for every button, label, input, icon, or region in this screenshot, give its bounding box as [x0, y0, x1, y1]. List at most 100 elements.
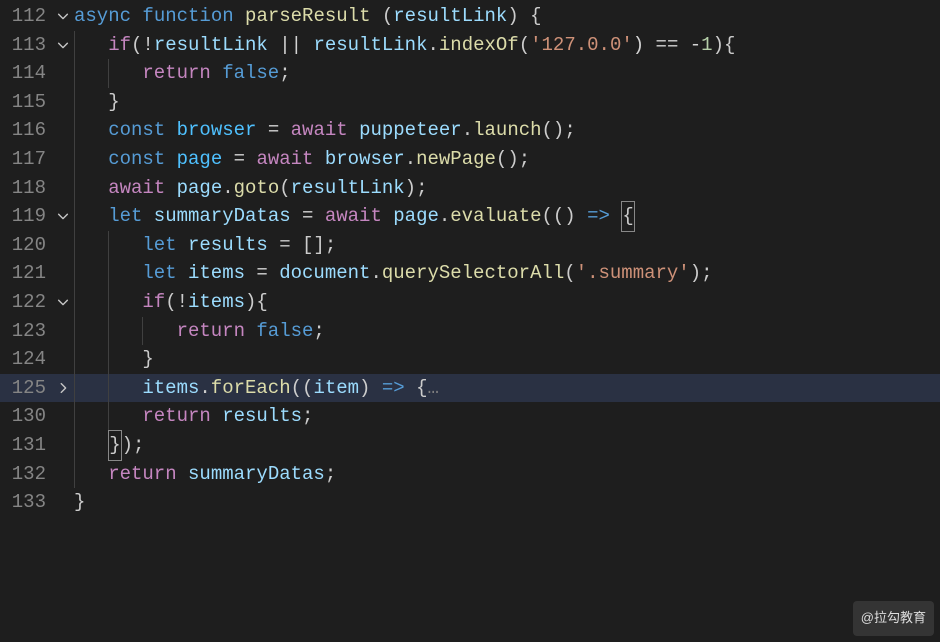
token-id: resultLink [291, 174, 405, 203]
token-pn [610, 202, 621, 231]
code-line[interactable]: 125 items.forEach((item) => {… [0, 374, 940, 403]
code-line[interactable]: 118 await page.goto(resultLink); [0, 174, 940, 203]
chevron-right-icon[interactable] [52, 381, 74, 395]
token-op: || [268, 31, 314, 60]
code-content[interactable]: if(!items){ [74, 288, 268, 317]
code-line[interactable]: 119 let summaryDatas = await page.evaluat… [0, 202, 940, 231]
code-line[interactable]: 116 const browser = await puppeteer.launc… [0, 116, 940, 145]
code-editor[interactable]: 112 async function parseResult (resultLin… [0, 0, 940, 517]
token-id: items [142, 374, 199, 403]
code-line[interactable]: 123 return false; [0, 317, 940, 346]
token-fn: forEach [211, 374, 291, 403]
code-line[interactable]: 124} [0, 345, 940, 374]
code-content[interactable]: const browser = await puppeteer.launch()… [74, 116, 576, 145]
code-content[interactable]: } [74, 345, 154, 374]
token-pn: ); [405, 174, 428, 203]
watermark-badge: @拉勾教育 [853, 601, 934, 636]
code-content[interactable]: } [74, 88, 120, 117]
chevron-down-icon[interactable] [52, 209, 74, 223]
token-kw: const [108, 145, 176, 174]
line-number: 119 [0, 202, 52, 231]
line-number: 118 [0, 174, 52, 203]
code-content[interactable]: }); [74, 430, 144, 461]
token-bool: false [222, 59, 279, 88]
code-line[interactable]: 122if(!items){ [0, 288, 940, 317]
token-bool: false [256, 317, 313, 346]
token-id: results [188, 231, 268, 260]
chevron-down-icon[interactable] [52, 295, 74, 309]
token-kwc: await [325, 202, 393, 231]
token-pn: ); [690, 259, 713, 288]
token-kwc: await [108, 174, 176, 203]
code-content[interactable]: return false; [74, 317, 325, 346]
code-line[interactable]: 112 async function parseResult (resultLin… [0, 2, 940, 31]
line-number: 116 [0, 116, 52, 145]
token-str: '127.0.0' [530, 31, 633, 60]
token-kw: let [142, 231, 188, 260]
token-fn: goto [234, 174, 280, 203]
code-content[interactable]: return summaryDatas; [74, 460, 336, 489]
token-pn: ){ [245, 288, 268, 317]
code-line[interactable]: 115} [0, 88, 940, 117]
token-pn: ){ [713, 31, 736, 60]
code-content[interactable]: let items = document.querySelectorAll('.… [74, 259, 713, 288]
token-pn: . [427, 31, 438, 60]
token-pn: ( [564, 259, 575, 288]
token-kwc: return [177, 317, 257, 346]
code-content[interactable]: const page = await browser.newPage(); [74, 145, 530, 174]
line-number: 114 [0, 59, 52, 88]
token-id: items [188, 259, 245, 288]
token-fn: launch [473, 116, 541, 145]
line-number: 112 [0, 2, 52, 31]
token-id: results [222, 402, 302, 431]
code-line[interactable]: 113if(!resultLink || resultLink.indexOf(… [0, 31, 940, 60]
token-kw: const [108, 116, 176, 145]
code-content[interactable]: let results = []; [74, 231, 336, 260]
code-line[interactable]: 132return summaryDatas; [0, 460, 940, 489]
code-line[interactable]: 120let results = []; [0, 231, 940, 260]
code-content[interactable]: if(!resultLink || resultLink.indexOf('12… [74, 31, 735, 60]
token-str: '.summary' [576, 259, 690, 288]
chevron-down-icon[interactable] [52, 9, 74, 23]
token-pn: ( [519, 31, 530, 60]
code-line[interactable]: 121 let items = document.querySelectorAll… [0, 259, 940, 288]
code-content[interactable]: async function parseResult (resultLink) … [74, 2, 542, 31]
token-op: ) == [633, 31, 690, 60]
token-id: browser [325, 145, 405, 174]
token-op: = [256, 116, 290, 145]
token-dim: … [427, 374, 438, 403]
line-number: 113 [0, 31, 52, 60]
token-fn: evaluate [450, 202, 541, 231]
token-kwc: return [108, 460, 188, 489]
line-number: 121 [0, 259, 52, 288]
token-kwc: if [108, 31, 131, 60]
code-line[interactable]: 114 return false; [0, 59, 940, 88]
token-pn: . [199, 374, 210, 403]
code-content[interactable]: let summaryDatas = await page.evaluate((… [74, 201, 635, 232]
token-id: document [279, 259, 370, 288]
code-content[interactable]: await page.goto(resultLink); [74, 174, 427, 203]
code-line[interactable]: 130return results; [0, 402, 940, 431]
token-pn: } [142, 345, 153, 374]
line-number: 115 [0, 88, 52, 117]
chevron-down-icon[interactable] [52, 38, 74, 52]
code-line[interactable]: 117const page = await browser.newPage(); [0, 145, 940, 174]
token-kw: function [142, 2, 245, 31]
code-content[interactable]: return false; [74, 59, 291, 88]
code-content[interactable]: items.forEach((item) => {… [74, 374, 439, 403]
token-pn: . [462, 116, 473, 145]
token-pn: . [405, 145, 416, 174]
token-pn: ; [313, 317, 324, 346]
code-line[interactable]: 133} [0, 488, 940, 517]
token-kwc: await [291, 116, 359, 145]
line-number: 125 [0, 374, 52, 403]
code-content[interactable]: return results; [74, 402, 313, 431]
code-line[interactable]: 131}); [0, 431, 940, 460]
token-num: 1 [701, 31, 712, 60]
token-pn: (! [131, 31, 154, 60]
token-pn: } [108, 430, 121, 461]
token-kwc: return [142, 402, 222, 431]
token-pn: ) { [507, 2, 541, 31]
code-content[interactable]: } [74, 488, 85, 517]
line-number: 123 [0, 317, 52, 346]
